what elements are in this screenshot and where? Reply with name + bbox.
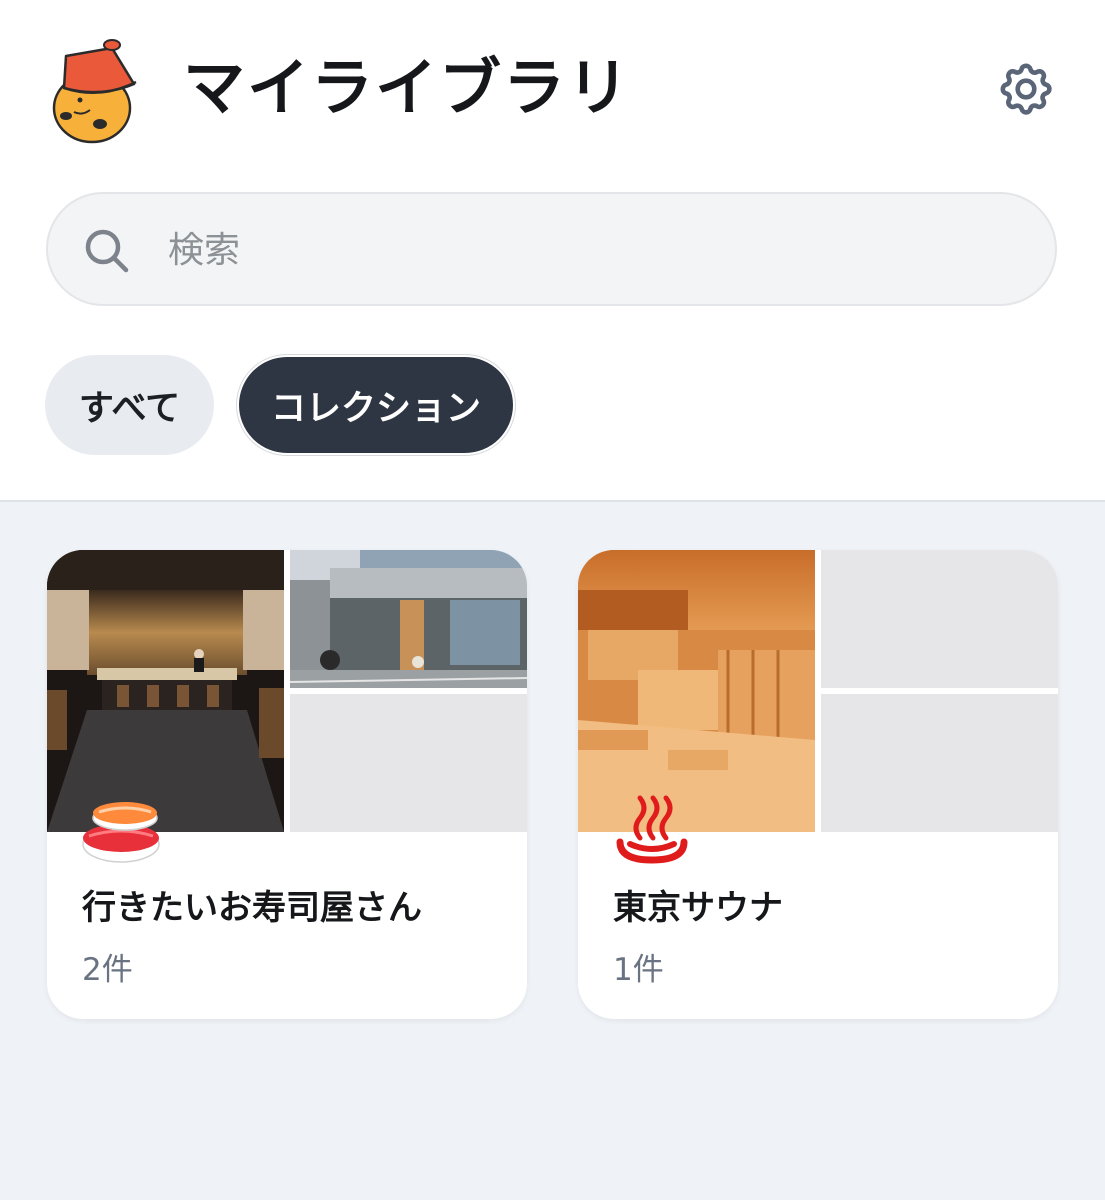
collection-thumbnail-sauna-interior: [578, 550, 815, 832]
collection-thumbnail-empty: [821, 694, 1058, 832]
collection-card[interactable]: 東京サウナ 1件: [578, 550, 1058, 1019]
collection-thumbnail-building-exterior: [290, 550, 527, 688]
filter-chip-all[interactable]: すべて: [45, 355, 214, 455]
collection-title: 行きたいお寿司屋さん: [82, 888, 422, 928]
filter-chip-label: コレクション: [270, 388, 481, 429]
collection-thumbnail-empty: [821, 550, 1058, 688]
page-title: マイライブラリ: [183, 51, 632, 124]
collection-card[interactable]: 行きたいお寿司屋さん 2件: [47, 550, 527, 1019]
collection-thumbnails: [47, 550, 527, 832]
header-area: マイライブラリ すべて コレクション: [0, 0, 1105, 500]
hot-springs-icon: [616, 795, 688, 864]
collection-thumbnails: [578, 550, 1058, 832]
sushi-icon: [82, 802, 160, 863]
filter-chip-collection[interactable]: コレクション: [237, 355, 515, 455]
collection-count: 2件: [82, 952, 133, 988]
search-input[interactable]: [166, 216, 1030, 284]
filter-chip-label: すべて: [78, 388, 181, 429]
collection-thumbnail-empty: [290, 694, 527, 832]
search-bar[interactable]: [46, 192, 1057, 306]
collection-title: 東京サウナ: [613, 888, 783, 928]
mascot-avatar-icon[interactable]: [50, 36, 142, 144]
gear-icon[interactable]: [995, 58, 1057, 120]
search-icon: [85, 229, 129, 273]
collection-count: 1件: [613, 952, 664, 988]
collection-thumbnail-sushi-interior: [47, 550, 284, 832]
